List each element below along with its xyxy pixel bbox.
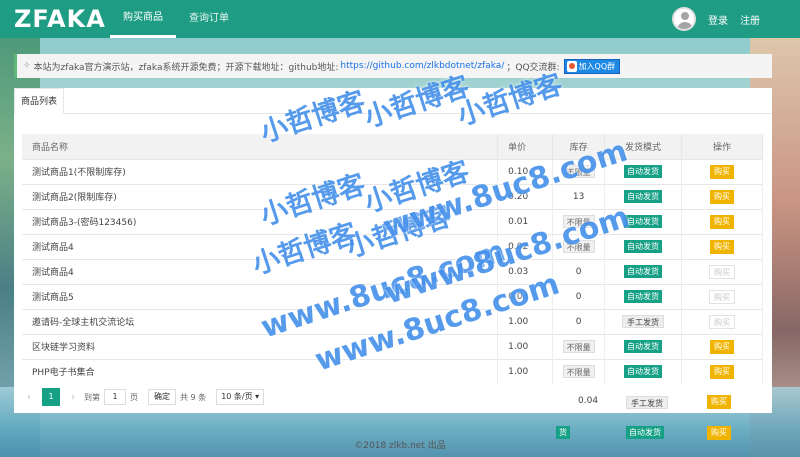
tab-goods-list[interactable]: 商品列表 [14,88,65,114]
spill-action1-wrap: 购买 [707,395,731,409]
goods-stock-cell: 不限量 [552,333,606,359]
buy-button: 购买 [709,289,735,304]
page-1-button[interactable]: 1 [42,388,60,406]
delivery-mode-badge: 自动发货 [624,240,663,253]
delivery-mode-badge: 自动发货 [624,365,663,379]
page-size-value: 10 条/页 [221,392,253,401]
buy-button[interactable]: 购买 [710,189,734,204]
avatar-head [681,12,689,20]
site-logo[interactable]: ZFAKA [14,5,106,33]
goods-action-cell: 购买 [681,283,763,309]
goods-mode-cell: 自动发货 [604,283,683,309]
main-nav: 购买商品 查询订单 [110,0,242,38]
footer-copyright: ©2018 zlkb.net 出品 [354,441,446,451]
prev-page-button[interactable]: ‹ [22,392,36,403]
goods-stock-cell: 0 [552,308,606,334]
user-avatar-icon[interactable] [672,7,696,31]
goods-name[interactable]: PHP电子书集合 [22,358,499,384]
page-size-select[interactable]: 10 条/页 ▾ [216,389,265,405]
delivery-mode-badge: 自动发货 [624,290,663,303]
join-qq-group-label: 加入QQ群 [578,61,616,71]
join-qq-group-button[interactable]: 加入QQ群 [563,58,621,74]
goods-action-cell: 购买 [681,233,763,259]
table-row: PHP电子书集合 1.00 不限量 自动发货 购买 [22,358,763,384]
user-box: 登录 注册 [672,7,760,31]
buy-button[interactable]: 购买 [710,364,734,379]
goods-stock: 13 [572,191,585,202]
goods-stock: 0 [575,291,582,302]
buy-button[interactable]: 购买 [710,239,734,254]
goods-action-cell: 购买 [681,358,763,384]
login-link[interactable]: 登录 [708,12,728,27]
goods-action-cell: 购买 [681,158,763,184]
nav-query-order[interactable]: 查询订单 [176,0,242,38]
goods-mode-cell: 自动发货 [604,358,683,384]
header-action: 操作 [681,134,763,159]
goods-stock: 不限量 [562,365,595,379]
goto-label: 到第 [84,392,100,402]
spill-mode1-wrap: 手工发货 [626,396,668,409]
table-header-row: 商品名称 单价 库存 发货模式 操作 [22,134,763,159]
pagination: ‹ 1 › 到第 1 页 确定 共 9 条 10 条/页 ▾ [22,388,265,406]
notice-bullet-icon: ✧ [23,61,31,71]
goods-mode-cell: 自动发货 [604,333,683,359]
top-navbar: ZFAKA 购买商品 查询订单 登录 注册 [0,0,800,38]
spill-buy-button-1[interactable]: 购买 [707,395,731,409]
spill-mode1: 手工发货 [626,396,668,409]
goods-action-cell: 购买 [681,333,763,359]
goods-action-cell: 购买 [681,183,763,209]
goto-confirm-button[interactable]: 确定 [148,389,176,405]
github-link[interactable]: https://github.com/zlkbdotnet/zfaka/ [340,61,504,71]
chevron-down-icon: ▾ [255,392,260,401]
goods-stock-cell: 0 [552,258,606,284]
delivery-mode-badge: 自动发货 [624,190,663,203]
goods-price: 1.00 [497,358,554,384]
goods-stock: 不限量 [562,340,595,353]
page-unit-label: 页 [130,392,138,402]
goods-action-cell: 购买 [681,208,763,234]
goods-price: 1.00 [497,333,554,359]
nav-buy-goods[interactable]: 购买商品 [110,0,176,38]
goods-action-cell: 购买 [681,308,763,334]
delivery-mode-badge: 自动发货 [624,340,663,353]
avatar-body [677,22,693,29]
spill-price: 0.04 [578,396,599,406]
next-page-button[interactable]: › [66,392,80,403]
total-count: 共 9 条 [180,392,207,402]
buy-button: 购买 [709,314,735,329]
header-price: 单价 [497,134,554,159]
goods-mode-cell: 自动发货 [604,258,683,284]
register-link[interactable]: 注册 [740,12,760,27]
site-notice: ✧ 本站为zfaka官方演示站，zfaka系统开源免费；开源下载地址：githu… [14,54,772,78]
goto-page-input[interactable]: 1 [104,389,126,405]
buy-button: 购买 [709,264,735,279]
goods-mode-cell: 手工发货 [604,308,683,334]
buy-button[interactable]: 购买 [710,164,734,179]
buy-button[interactable]: 购买 [710,214,734,229]
delivery-mode-badge: 手工发货 [622,315,665,328]
goods-stock-cell: 不限量 [552,358,606,384]
goods-action-cell: 购买 [681,258,763,284]
header-name: 商品名称 [22,134,499,159]
buy-button[interactable]: 购买 [710,339,734,354]
goods-stock: 0 [575,316,582,327]
qq-icon [566,60,577,72]
goods-stock: 0 [575,266,582,277]
delivery-mode-badge: 自动发货 [624,265,663,278]
notice-text-before: 本站为zfaka官方演示站，zfaka系统开源免费；开源下载地址：github地… [33,62,339,73]
